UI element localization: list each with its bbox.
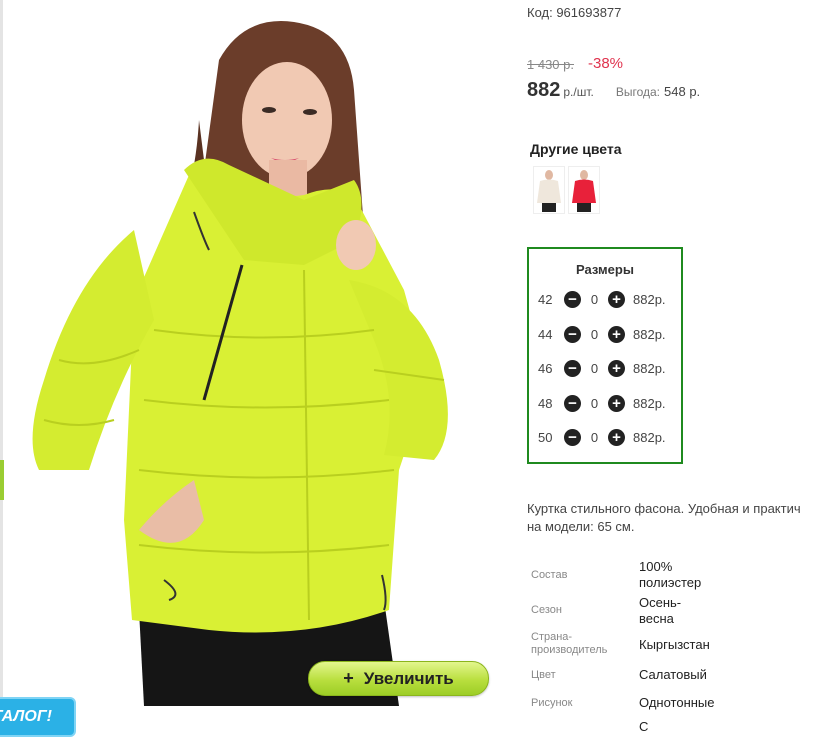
red-jacket-thumbnail [572, 170, 596, 212]
attribute-label: Сезон [531, 604, 562, 616]
attribute-value-line: полиэстер [639, 575, 702, 590]
size-price: 882р. [633, 395, 666, 411]
size-row: 48 − 0 + 882р. [538, 393, 666, 413]
size-row: 42 − 0 + 882р. [538, 289, 666, 309]
other-colors-title: Другие цвета [530, 141, 622, 157]
sizes-title: Размеры [576, 262, 634, 277]
savings-value: 548 р. [664, 84, 701, 99]
size-price: 882р. [633, 326, 666, 342]
quantity-value[interactable]: 0 [581, 327, 608, 342]
quantity-value[interactable]: 0 [581, 361, 608, 376]
plus-icon[interactable]: + [608, 359, 625, 377]
quantity-value[interactable]: 0 [581, 292, 608, 307]
left-border [0, 0, 3, 733]
attribute-value: Однотонные [639, 695, 715, 710]
catalog-badge[interactable]: ТАЛОГ! [0, 697, 76, 737]
price-unit: р./шт. [563, 85, 594, 99]
plus-icon[interactable]: + [608, 290, 625, 308]
savings-label: Выгода: [615, 85, 661, 99]
size-number: 50 [538, 429, 553, 445]
attribute-value: Салатовый [639, 667, 707, 682]
product-photo[interactable]: + Увеличить [4, 0, 496, 706]
attribute-label-line: Страна- [531, 631, 573, 643]
size-row: 44 − 0 + 882р. [538, 324, 666, 344]
product-description: Куртка стильного фасона. Удобная и практ… [527, 500, 828, 536]
attribute-label-line: производитель [531, 644, 608, 656]
attribute-label: Цвет [531, 669, 556, 681]
size-number: 48 [538, 395, 553, 411]
plus-icon[interactable]: + [608, 325, 625, 343]
product-code: Код: 961693877 [527, 5, 622, 20]
discount-badge: -38% [588, 55, 624, 72]
color-swatch-red[interactable] [568, 166, 600, 214]
attribute-value: Осень- весна [639, 595, 681, 627]
model-illustration [32, 21, 448, 706]
attribute-value: 100% полиэстер [639, 559, 701, 591]
minus-icon[interactable]: − [564, 394, 581, 412]
size-price: 882р. [633, 291, 666, 307]
minus-icon[interactable]: − [564, 290, 581, 308]
size-number: 46 [538, 360, 553, 376]
price-row: 882 р./шт. Выгода: 548 р. [527, 79, 700, 102]
description-line: на модели: 65 см. [527, 519, 635, 534]
minus-icon[interactable]: − [564, 428, 581, 446]
size-row: 50 − 0 + 882р. [538, 427, 666, 447]
attribute-label: Страна- производитель [531, 631, 607, 657]
color-swatch-beige[interactable] [533, 166, 565, 214]
attribute-label: Рисунок [531, 697, 573, 709]
beige-jacket-thumbnail [537, 170, 561, 212]
quantity-value[interactable]: 0 [581, 430, 608, 445]
quantity-value[interactable]: 0 [581, 396, 608, 411]
size-price: 882р. [633, 360, 666, 376]
description-line: Куртка стильного фасона. Удобная и практ… [527, 501, 801, 516]
attribute-value-line: 100% [639, 559, 673, 574]
sizes-box: Размеры 42 − 0 + 882р. 44 − 0 + 882р. 46… [527, 247, 683, 464]
current-price: 882 [527, 79, 561, 101]
minus-icon[interactable]: − [564, 325, 581, 343]
attribute-label: Состав [531, 569, 568, 581]
size-row: 46 − 0 + 882р. [538, 358, 666, 378]
plus-icon: + [343, 668, 354, 688]
minus-icon[interactable]: − [564, 359, 581, 377]
attribute-value: Кыргызстан [639, 637, 710, 652]
attribute-value-line: Осень- [639, 595, 682, 610]
size-number: 42 [538, 291, 553, 307]
plus-icon[interactable]: + [608, 394, 625, 412]
plus-icon[interactable]: + [608, 428, 625, 446]
zoom-button-label: Увеличить [363, 668, 454, 688]
attribute-value-line: весна [639, 611, 674, 626]
zoom-button[interactable]: + Увеличить [308, 661, 489, 696]
size-number: 44 [538, 326, 553, 342]
old-price: 1 430 р. [527, 57, 574, 72]
size-price: 882р. [633, 429, 666, 445]
